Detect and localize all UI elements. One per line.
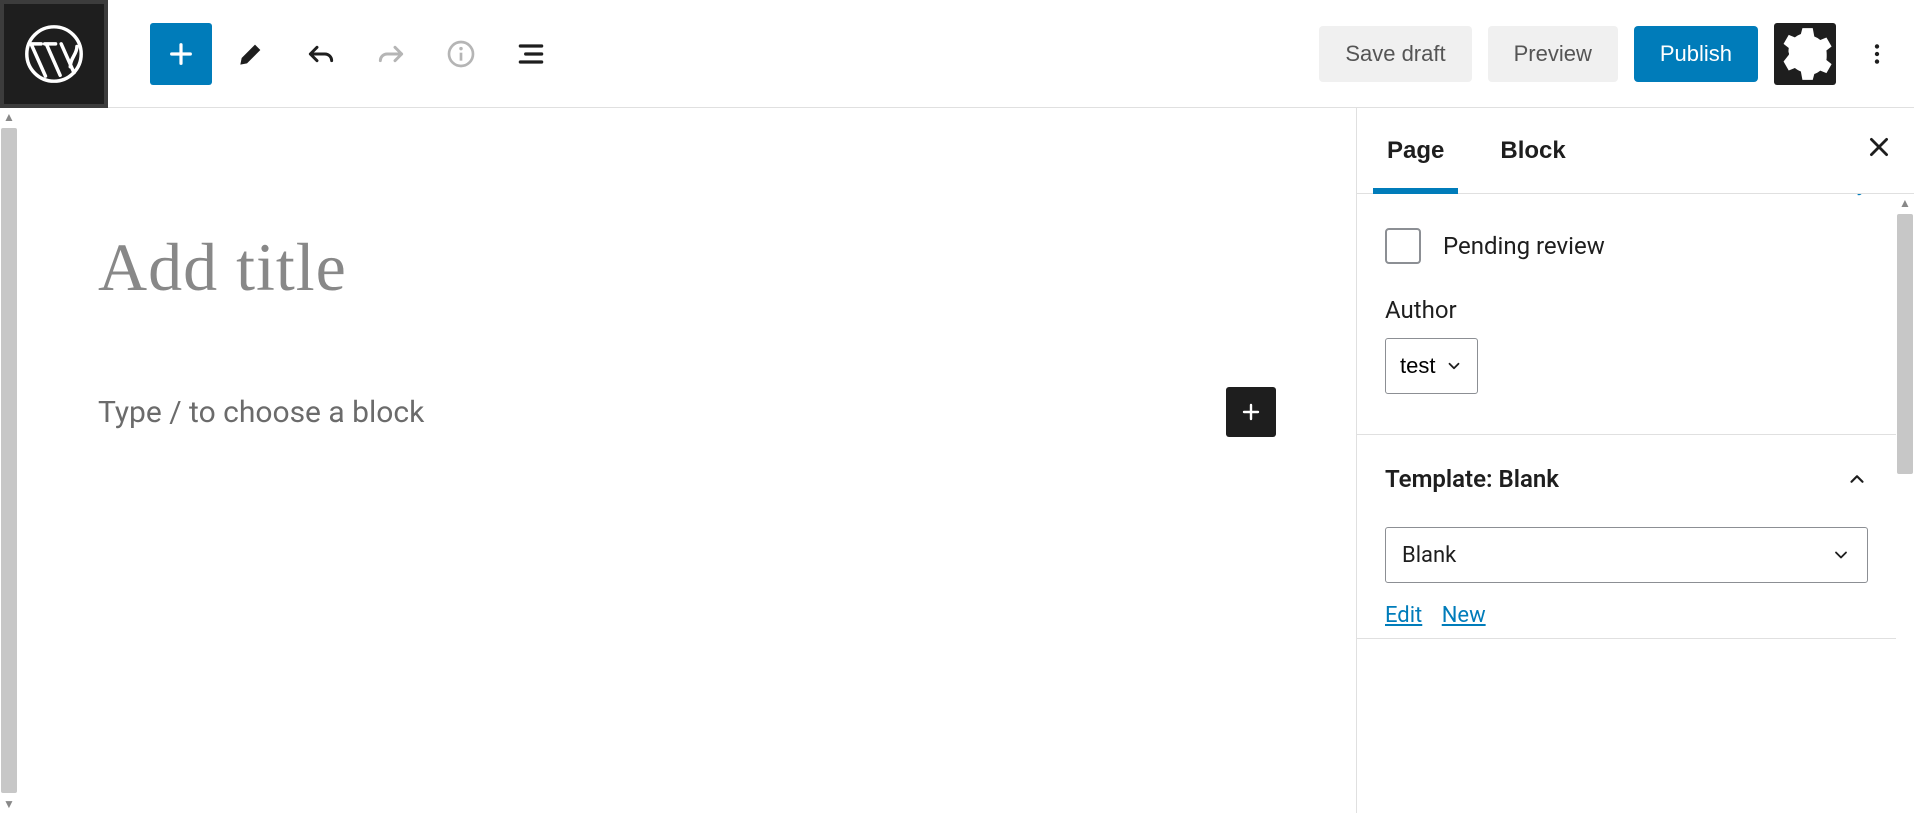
chevron-down-icon xyxy=(1445,357,1463,375)
add-block-button[interactable] xyxy=(1226,387,1276,437)
save-draft-button[interactable]: Save draft xyxy=(1319,26,1471,82)
settings-button[interactable] xyxy=(1774,23,1836,85)
publish-schedule-link[interactable]: Immediately xyxy=(1736,194,1868,196)
workspace: ▲ ▼ Add title Type / to choose a block P… xyxy=(0,108,1914,813)
plus-icon xyxy=(1239,400,1263,424)
scroll-up-icon: ▲ xyxy=(1899,194,1911,212)
redo-icon xyxy=(375,38,407,70)
editor-canvas[interactable]: Add title Type / to choose a block xyxy=(18,108,1356,813)
author-heading: Author xyxy=(1385,296,1868,324)
chevron-down-icon xyxy=(1831,545,1851,565)
template-panel-toggle[interactable]: Template: Blank xyxy=(1385,465,1868,493)
close-icon xyxy=(1866,134,1892,160)
author-block: Author test xyxy=(1357,274,1896,435)
template-select-value: Blank xyxy=(1402,543,1456,568)
editor-toolbar: Save draft Preview Publish xyxy=(0,0,1914,108)
tools-button[interactable] xyxy=(220,23,282,85)
scroll-thumb[interactable] xyxy=(1,128,17,793)
undo-icon xyxy=(305,38,337,70)
toolbar-left-group xyxy=(150,23,562,85)
template-new-link[interactable]: New xyxy=(1442,603,1486,628)
publish-button[interactable]: Publish xyxy=(1634,26,1758,82)
close-settings-button[interactable] xyxy=(1866,134,1892,168)
chevron-up-icon xyxy=(1846,468,1868,490)
default-block-appender: Type / to choose a block xyxy=(98,387,1276,437)
template-heading: Template: Blank xyxy=(1385,465,1559,493)
redo-button[interactable] xyxy=(360,23,422,85)
template-edit-link[interactable]: Edit xyxy=(1385,603,1422,628)
template-link-row: Edit New xyxy=(1385,603,1868,628)
scroll-up-icon: ▲ xyxy=(3,108,15,126)
scroll-thumb[interactable] xyxy=(1897,214,1913,474)
kebab-icon xyxy=(1864,41,1890,67)
publish-row-cutoff: Publish Immediately xyxy=(1357,194,1896,210)
document-overview-button[interactable] xyxy=(500,23,562,85)
editor-scrollbar[interactable]: ▲ ▼ xyxy=(0,108,18,813)
undo-button[interactable] xyxy=(290,23,352,85)
gear-icon xyxy=(1774,23,1836,85)
block-placeholder-text[interactable]: Type / to choose a block xyxy=(98,395,424,430)
settings-sidebar: Page Block ▲ Publish Immediately Pending… xyxy=(1356,108,1914,813)
template-select[interactable]: Blank xyxy=(1385,527,1868,583)
pencil-icon xyxy=(235,38,267,70)
author-select-value: test xyxy=(1400,353,1435,379)
options-button[interactable] xyxy=(1852,23,1902,85)
pending-review-row: Pending review xyxy=(1357,210,1896,274)
plus-icon xyxy=(165,38,197,70)
pending-review-label: Pending review xyxy=(1443,232,1605,260)
details-button[interactable] xyxy=(430,23,492,85)
info-icon xyxy=(445,38,477,70)
sidebar-tabs: Page Block xyxy=(1357,108,1914,194)
editor-canvas-wrap: ▲ ▼ Add title Type / to choose a block xyxy=(0,108,1356,813)
wordpress-icon xyxy=(22,22,86,86)
list-view-icon xyxy=(515,38,547,70)
author-select[interactable]: test xyxy=(1385,338,1478,394)
preview-button[interactable]: Preview xyxy=(1488,26,1618,82)
pending-review-checkbox[interactable] xyxy=(1385,228,1421,264)
toggle-block-inserter-button[interactable] xyxy=(150,23,212,85)
scroll-down-icon: ▼ xyxy=(3,795,15,813)
publish-row-label: Publish xyxy=(1385,194,1464,196)
sidebar-scrollbar[interactable]: ▲ xyxy=(1896,194,1914,813)
wordpress-logo[interactable] xyxy=(0,0,108,108)
post-title-input[interactable]: Add title xyxy=(98,228,1276,307)
tab-page[interactable]: Page xyxy=(1379,108,1452,193)
template-panel: Template: Blank Blank Edit New xyxy=(1357,435,1896,639)
tab-block[interactable]: Block xyxy=(1492,108,1573,193)
toolbar-right-group: Save draft Preview Publish xyxy=(1319,23,1902,85)
sidebar-panel-body: Publish Immediately Pending review Autho… xyxy=(1357,194,1914,813)
